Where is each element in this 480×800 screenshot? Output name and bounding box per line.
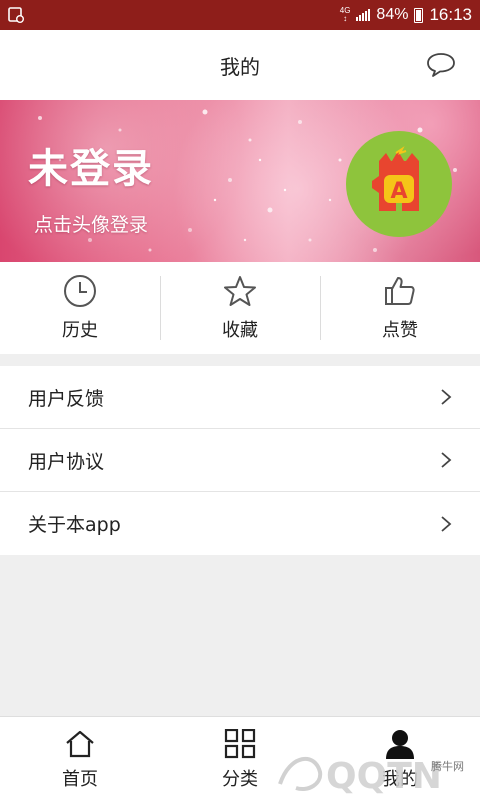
screenshot-notification-icon	[8, 7, 24, 23]
status-bar: 4G ↕ 84% 16:13	[0, 0, 480, 30]
clock-time: 16:13	[429, 5, 472, 24]
list-item-label: 关于本app	[28, 514, 121, 536]
star-icon	[224, 276, 256, 306]
page-header: 我的	[0, 30, 480, 100]
shortcut-label: 点赞	[382, 320, 418, 341]
avatar[interactable]: A	[346, 131, 452, 237]
list-item-about[interactable]: 关于本app	[0, 492, 480, 555]
tab-label: 我的	[382, 769, 418, 790]
list-item-label: 用户反馈	[28, 387, 105, 410]
clock-icon	[64, 275, 96, 307]
grid-icon	[224, 729, 256, 759]
tab-label: 首页	[62, 769, 98, 790]
settings-list: 用户反馈 用户协议 关于本app	[0, 366, 480, 555]
shortcut-label: 收藏	[222, 320, 258, 341]
avatar-letter: A	[390, 179, 407, 204]
thumbs-up-icon	[385, 277, 415, 305]
network-type: 4G ↕	[339, 6, 351, 23]
chevron-right-icon	[441, 515, 452, 532]
app-logo-icon: A	[372, 146, 419, 211]
tab-category[interactable]: 分类	[160, 717, 320, 800]
shortcut-history[interactable]: 历史	[0, 262, 160, 354]
signal-icon	[356, 9, 371, 21]
list-item-label: 用户协议	[28, 450, 105, 473]
list-item-agreement[interactable]: 用户协议	[0, 429, 480, 492]
tab-label: 分类	[222, 769, 258, 790]
shortcut-bar: 历史 收藏 点赞	[0, 262, 480, 354]
list-item-feedback[interactable]: 用户反馈	[0, 366, 480, 429]
chevron-right-icon	[441, 452, 452, 468]
shortcut-label: 历史	[62, 320, 98, 341]
chevron-right-icon	[441, 389, 452, 405]
speech-bubble-icon[interactable]	[426, 52, 456, 78]
user-icon	[386, 730, 414, 759]
battery-icon	[414, 7, 424, 23]
login-hint[interactable]: 点击头像登录	[34, 210, 148, 237]
shortcut-likes[interactable]: 点赞	[320, 262, 480, 354]
shortcut-favorites[interactable]: 收藏	[160, 262, 320, 354]
tab-home[interactable]: 首页	[0, 717, 160, 800]
home-icon	[66, 730, 94, 758]
bottom-nav: 首页 分类 我的	[0, 716, 480, 800]
battery-percent: 84%	[376, 6, 409, 23]
login-status-title: 未登录	[28, 146, 154, 192]
page-title: 我的	[220, 54, 260, 79]
watermark-site: 腾牛网	[431, 760, 464, 773]
